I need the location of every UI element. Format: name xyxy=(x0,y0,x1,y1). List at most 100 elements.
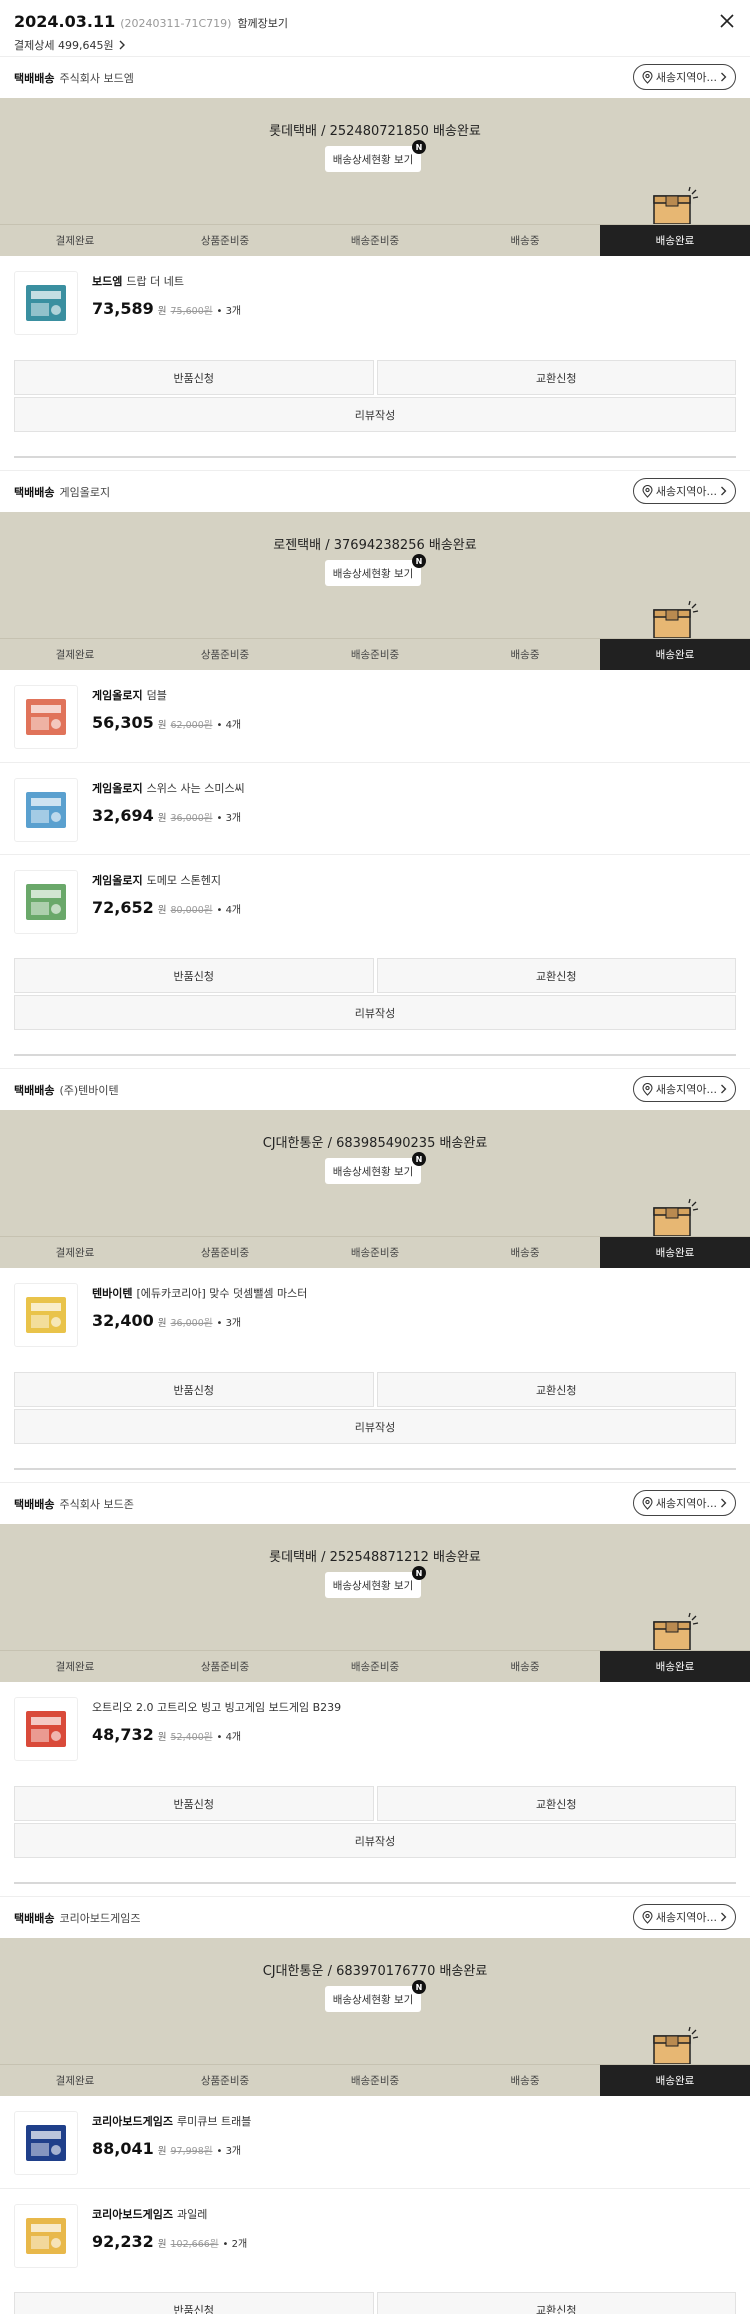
product-thumbnail[interactable] xyxy=(14,271,78,335)
section-divider xyxy=(14,1882,736,1884)
tracking-detail-button[interactable]: 배송상세현황 보기 xyxy=(325,560,421,586)
progress-step: 결제완료 xyxy=(55,2075,95,2087)
return-request-button[interactable]: 반품신청 xyxy=(14,958,374,993)
product-item[interactable]: 코리아보드게임즈 루미큐브 트래블 88,041 원 97,998원 • 3개 xyxy=(0,2096,750,2188)
exchange-request-button[interactable]: 교환신청 xyxy=(376,958,736,993)
product-name[interactable]: 게임올로지 덤블 xyxy=(92,687,241,703)
action-row: 반품신청 교환신청 xyxy=(14,1372,736,1407)
product-info: 게임올로지 스위스 사는 스미스씨 32,694 원 36,000원 • 3개 xyxy=(92,778,245,854)
product-title: 도메모 스톤헨지 xyxy=(146,874,221,887)
product-thumbnail[interactable] xyxy=(14,778,78,842)
product-item[interactable]: 게임올로지 도메모 스톤헨지 72,652 원 80,000원 • 4개 xyxy=(0,854,750,946)
group-shopping-link[interactable]: 함께장보기 xyxy=(237,15,288,31)
product-quantity: • 3개 xyxy=(216,306,242,317)
product-name[interactable]: 코리아보드게임즈 과일레 xyxy=(92,2206,247,2222)
delivery-type: 택배배송 xyxy=(14,485,55,499)
currency-unit: 원 xyxy=(157,813,167,824)
product-item[interactable]: 게임올로지 덤블 56,305 원 62,000원 • 4개 xyxy=(0,670,750,762)
product-item[interactable]: 보드엠 드랍 더 네트 73,589 원 75,600원 • 3개 xyxy=(0,256,750,348)
product-item[interactable]: 게임올로지 스위스 사는 스미스씨 32,694 원 36,000원 • 3개 xyxy=(0,762,750,854)
return-request-button[interactable]: 반품신청 xyxy=(14,1372,374,1407)
product-item[interactable]: 코리아보드게임즈 과일레 92,232 원 102,666원 • 2개 xyxy=(0,2188,750,2280)
return-request-button[interactable]: 반품신청 xyxy=(14,1786,374,1821)
product-name[interactable]: 오트리오 2.0 고트리오 빙고 빙고게임 보드게임 B239 xyxy=(92,1699,341,1715)
tracking-detail-button[interactable]: 배송상세현황 보기 xyxy=(325,1986,421,2012)
new-badge: N xyxy=(412,1566,426,1580)
exchange-request-button[interactable]: 교환신청 xyxy=(376,2292,736,2314)
product-name[interactable]: 게임올로지 스위스 사는 스미스씨 xyxy=(92,780,245,796)
shipment-header: 택배배송 코리아보드게임즈 새송지역아... xyxy=(0,1896,750,1938)
product-price-row: 48,732 원 52,400원 • 4개 xyxy=(92,1725,341,1744)
product-name[interactable]: 보드엠 드랍 더 네트 xyxy=(92,273,241,289)
section-divider xyxy=(14,1468,736,1470)
order-actions: 반품신청교환신청리뷰작성 xyxy=(0,946,750,1030)
exchange-request-button[interactable]: 교환신청 xyxy=(376,1372,736,1407)
product-name[interactable]: 코리아보드게임즈 루미큐브 트래블 xyxy=(92,2113,251,2129)
product-brand: 코리아보드게임즈 xyxy=(92,2208,173,2221)
delivery-region-button[interactable]: 새송지역아... xyxy=(632,1904,736,1930)
progress-step: 배송중 xyxy=(510,1247,540,1259)
product-brand: 게임올로지 xyxy=(92,874,143,887)
currency-unit: 원 xyxy=(157,306,167,317)
progress-step: 배송완료 xyxy=(600,1651,750,1682)
product-title: 스위스 사는 스미스씨 xyxy=(146,782,245,795)
progress-step: 배송중 xyxy=(510,1661,540,1673)
tracking-detail-button[interactable]: 배송상세현황 보기 xyxy=(325,1572,421,1598)
product-image xyxy=(26,2218,66,2254)
product-price-row: 92,232 원 102,666원 • 2개 xyxy=(92,2232,247,2251)
action-row: 반품신청 교환신청 xyxy=(14,1786,736,1821)
product-thumbnail[interactable] xyxy=(14,685,78,749)
exchange-request-button[interactable]: 교환신청 xyxy=(376,360,736,395)
return-request-button[interactable]: 반품신청 xyxy=(14,2292,374,2314)
product-brand: 게임올로지 xyxy=(92,689,143,702)
delivery-region-button[interactable]: 새송지역아... xyxy=(632,478,736,504)
delivery-progress-steps: 결제완료 상품준비중 배송준비중 배송중 배송완료 xyxy=(0,1650,750,1682)
product-name[interactable]: 게임올로지 도메모 스톤헨지 xyxy=(92,872,241,888)
delivery-region-button[interactable]: 새송지역아... xyxy=(632,1076,736,1102)
return-request-button[interactable]: 반품신청 xyxy=(14,360,374,395)
tracking-detail-button[interactable]: 배송상세현황 보기 xyxy=(325,146,421,172)
original-price: 102,666원 xyxy=(170,2239,219,2250)
product-item[interactable]: 텐바이텐 [에듀카코리아] 맞수 덧셈뺄셈 마스터 32,400 원 36,000원 • … xyxy=(0,1268,750,1360)
currency-unit: 원 xyxy=(157,2146,167,2157)
order-actions: 반품신청교환신청리뷰작성 xyxy=(0,348,750,432)
seller-name: 주식회사 보드존 xyxy=(59,1497,134,1511)
delivery-progress-steps: 결제완료 상품준비중 배송준비중 배송중 배송완료 xyxy=(0,2064,750,2096)
product-brand: 텐바이텐 xyxy=(92,1287,133,1300)
write-review-button[interactable]: 리뷰작성 xyxy=(14,397,736,432)
chevron-right-icon xyxy=(721,72,727,82)
progress-step: 상품준비중 xyxy=(200,1661,250,1673)
product-brand: 코리아보드게임즈 xyxy=(92,2115,173,2128)
delivery-box-icon xyxy=(653,1612,699,1650)
delivery-progress-steps: 결제완료 상품준비중 배송준비중 배송중 배송완료 xyxy=(0,638,750,670)
write-review-button[interactable]: 리뷰작성 xyxy=(14,1409,736,1444)
product-name[interactable]: 텐바이텐 [에듀카코리아] 맞수 덧셈뺄셈 마스터 xyxy=(92,1285,307,1301)
order-number: (20240311-71C719) xyxy=(120,17,232,30)
region-button-label: 새송지역아... xyxy=(655,1083,717,1096)
product-thumbnail[interactable] xyxy=(14,2111,78,2175)
write-review-button[interactable]: 리뷰작성 xyxy=(14,1823,736,1858)
action-row: 반품신청 교환신청 xyxy=(14,958,736,993)
tracking-detail-button[interactable]: 배송상세현황 보기 xyxy=(325,1158,421,1184)
exchange-request-button[interactable]: 교환신청 xyxy=(376,1786,736,1821)
payment-detail-link[interactable]: 결제상세 499,645원 xyxy=(14,37,736,53)
write-review-button[interactable]: 리뷰작성 xyxy=(14,995,736,1030)
product-thumbnail[interactable] xyxy=(14,2204,78,2268)
tracking-status-text: 롯데택배 / 252480721850 배송완료 xyxy=(269,124,481,139)
progress-step: 배송중 xyxy=(510,235,540,247)
original-price: 80,000원 xyxy=(170,905,213,916)
delivery-progress-steps: 결제완료 상품준비중 배송준비중 배송중 배송완료 xyxy=(0,1236,750,1268)
close-icon[interactable] xyxy=(718,12,736,30)
progress-step: 배송중 xyxy=(510,2075,540,2087)
product-thumbnail[interactable] xyxy=(14,1697,78,1761)
product-title: [에듀카코리아] 맞수 덧셈뺄셈 마스터 xyxy=(136,1287,308,1300)
product-item[interactable]: 오트리오 2.0 고트리오 빙고 빙고게임 보드게임 B239 48,732 원 52… xyxy=(0,1682,750,1774)
product-info: 코리아보드게임즈 루미큐브 트래블 88,041 원 97,998원 • 3개 xyxy=(92,2111,251,2188)
product-image xyxy=(26,285,66,321)
delivery-region-button[interactable]: 새송지역아... xyxy=(632,1490,736,1516)
delivery-region-button[interactable]: 새송지역아... xyxy=(632,64,736,90)
product-thumbnail[interactable] xyxy=(14,1283,78,1347)
shipment-section: 택배배송 주식회사 보드존 새송지역아... 롯데택배 / 252548871212 … xyxy=(0,1482,750,1858)
currency-unit: 원 xyxy=(157,905,167,916)
product-thumbnail[interactable] xyxy=(14,870,78,934)
